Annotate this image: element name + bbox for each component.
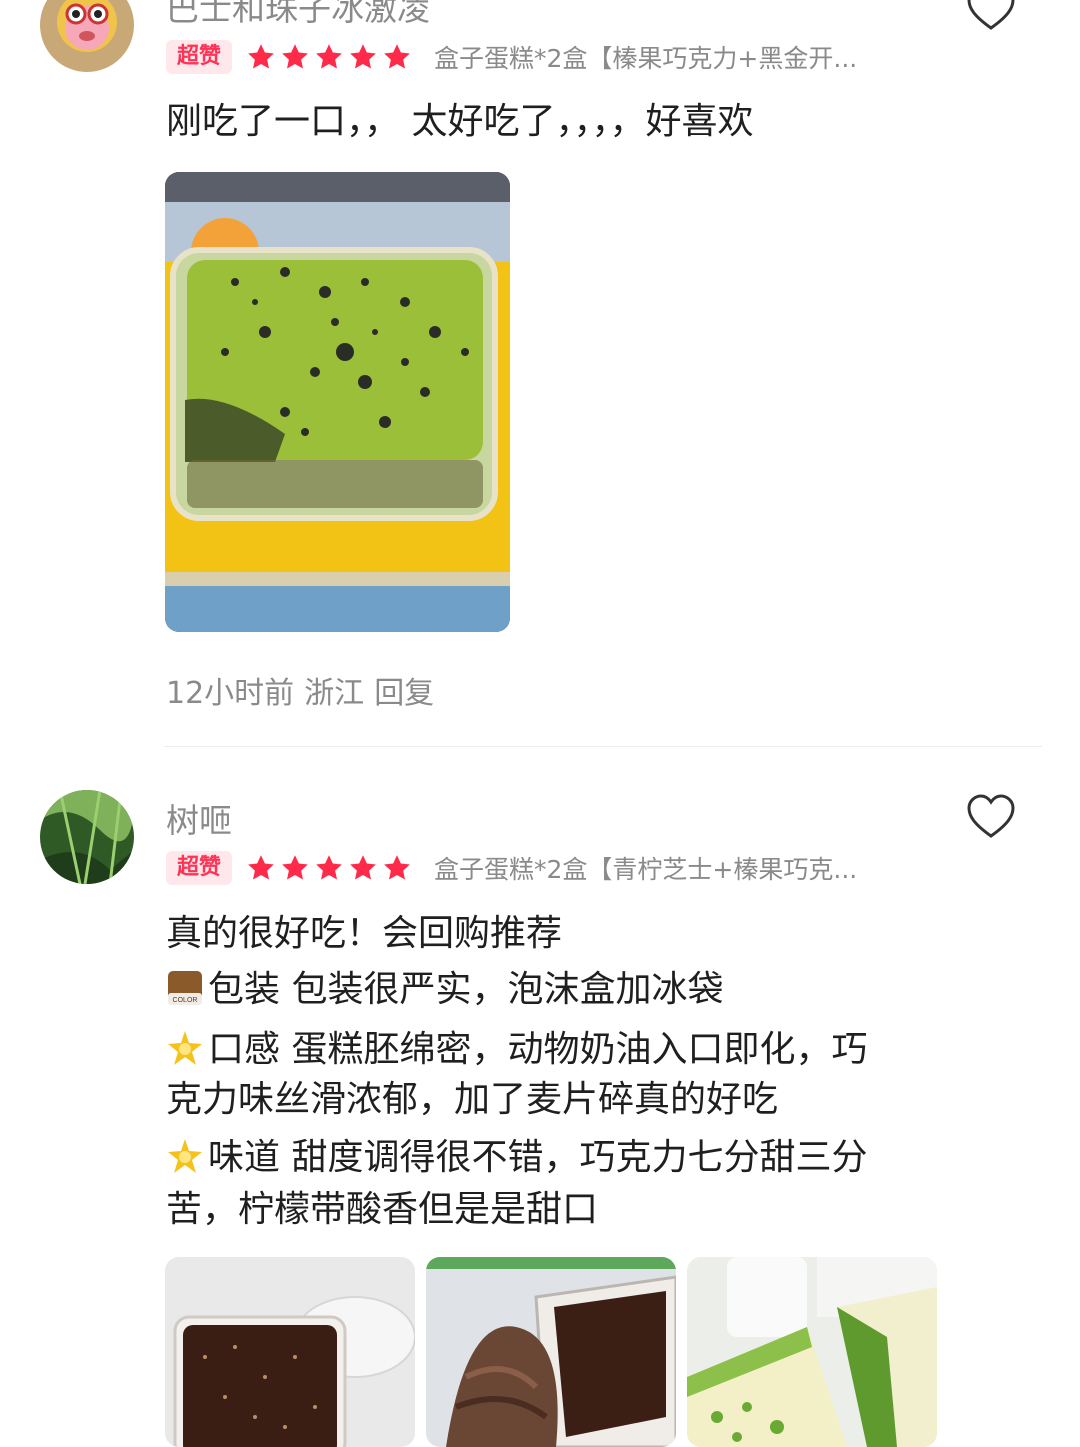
star-icon [350,44,376,69]
review-footer: 12小时前 浙江 回复 [166,668,444,712]
product-spec[interactable]: 盒子蛋糕*2盒【榛果巧克力+黑金开... [434,39,894,75]
review-photo[interactable] [426,1257,676,1447]
sparkle-icon [168,1031,202,1065]
review-photo[interactable] [165,1257,415,1447]
star-rating [246,42,416,72]
sparkle-icon [168,1139,202,1173]
star-icon [350,855,376,880]
review-meta: 超赞 盒子蛋糕*2盒【青柠芝士+榛果巧克... [166,851,894,885]
review-text-line: 味道 甜度调得很不错，巧克力七分甜三分 [166,1128,867,1180]
color-box-icon: COLOR [168,971,202,1005]
star-rating [246,853,416,883]
review-text-line: 口感 蛋糕胚绵密，动物奶油入口即化，巧 [166,1020,867,1072]
review-text: 口感 蛋糕胚绵密，动物奶油入口即化，巧 [208,1029,868,1070]
star-icon [316,44,342,69]
product-spec[interactable]: 盒子蛋糕*2盒【青柠芝士+榛果巧克... [434,850,894,886]
post-time: 12小时前 [166,676,295,711]
review-text: 克力味丝滑浓郁，加了麦片碎真的好吃 [166,1079,779,1120]
review-photo[interactable] [687,1257,937,1447]
post-location: 浙江 [304,676,365,711]
review-text: 包装 包装很严实，泡沫盒加冰袋 [208,969,724,1010]
user-avatar[interactable] [40,790,134,884]
star-icon [384,855,410,880]
review-text: 真的很好吃！会回购推荐 [166,913,563,954]
star-icon [282,44,308,69]
star-icon [248,44,274,69]
review-text: 苦，柠檬带酸香但是是甜口 [166,1189,599,1230]
heart-icon[interactable] [966,0,1016,32]
review-meta: 超赞 盒子蛋糕*2盒【榛果巧克力+黑金开... [166,40,894,74]
username[interactable]: 树咂 [166,794,232,842]
heart-icon[interactable] [966,794,1016,840]
star-icon [384,44,410,69]
star-icon [248,855,274,880]
divider [164,746,1042,747]
user-avatar[interactable] [40,0,134,72]
star-icon [316,855,342,880]
review-text: 味道 甜度调得很不错，巧克力七分甜三分 [208,1137,868,1178]
review-text-line: COLOR 包装 包装很严实，泡沫盒加冰袋 [166,960,723,1012]
review-photo[interactable] [165,172,510,632]
review-text: 刚吃了一口，， 太好吃了，，，，好喜欢 [166,101,754,142]
reply-button[interactable]: 回复 [374,676,434,711]
color-label: COLOR [173,997,198,1004]
rating-badge: 超赞 [166,40,233,74]
rating-badge: 超赞 [166,851,233,885]
star-icon [282,855,308,880]
username[interactable]: 巴士和珠子冰激凌 [166,0,430,30]
